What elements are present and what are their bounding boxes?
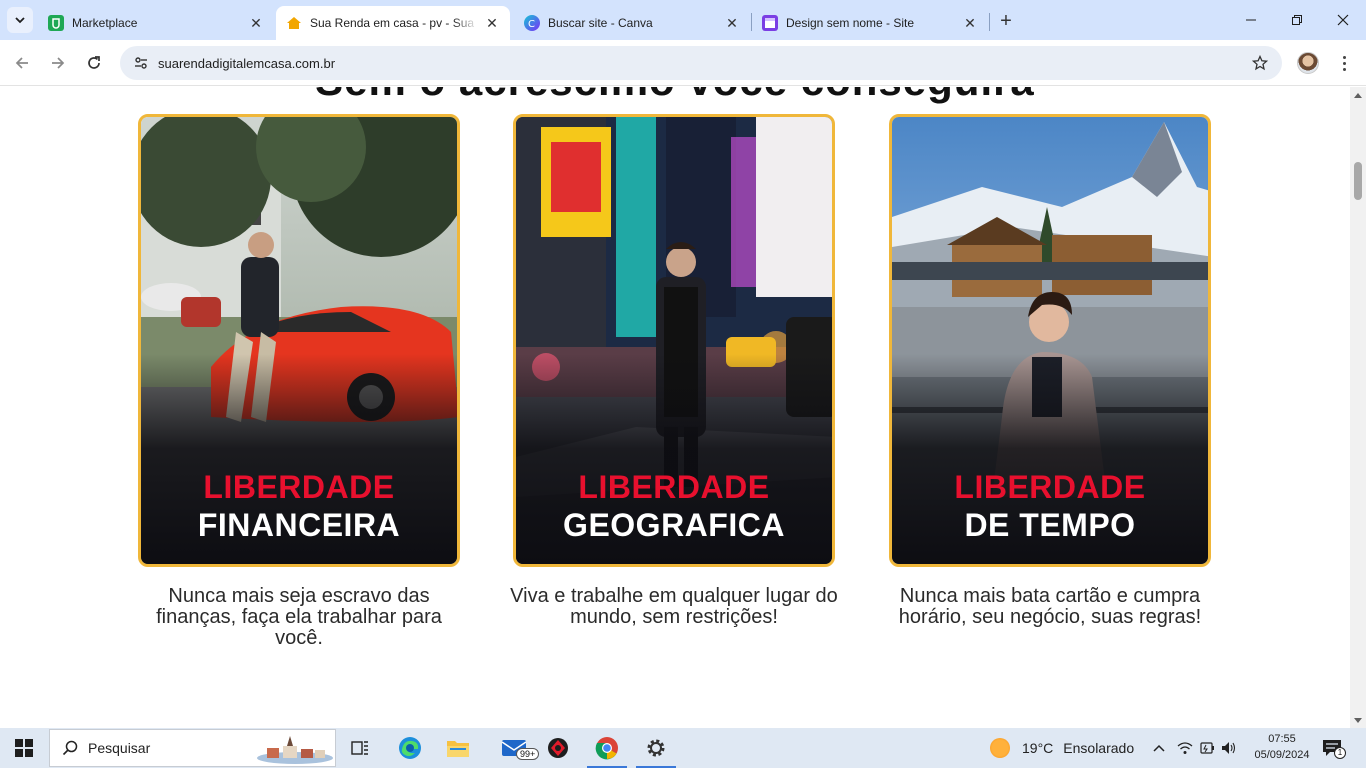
page-scrollbar[interactable] xyxy=(1350,87,1366,728)
close-tab-icon[interactable]: ✕ xyxy=(962,15,978,31)
card-liberdade-geografica: LIBERDADE GEOGRAFICA xyxy=(513,114,835,567)
scrollbar-thumb[interactable] xyxy=(1354,162,1362,200)
tab-canva[interactable]: C Buscar site - Canva ✕ xyxy=(514,6,750,40)
taskbar-file-explorer[interactable] xyxy=(434,728,482,768)
card-title-line2: FINANCEIRA xyxy=(197,507,401,543)
close-window-button[interactable] xyxy=(1320,0,1366,40)
task-view-icon xyxy=(351,741,368,755)
volume-control[interactable] xyxy=(1220,740,1238,756)
folder-icon xyxy=(447,741,469,757)
card-description: Nunca mais bata cartão e cumpra horário,… xyxy=(898,585,1202,628)
sun-icon xyxy=(990,738,1010,758)
card-description: Viva e trabalhe em qualquer lugar do mun… xyxy=(510,585,838,628)
chevron-up-icon xyxy=(1153,744,1165,752)
restore-button[interactable] xyxy=(1274,0,1320,40)
search-placeholder: Pesquisar xyxy=(88,740,151,756)
section-heading: Sem o acréscimo você conseguirá xyxy=(0,87,1350,105)
minimize-icon xyxy=(1246,19,1256,21)
show-hidden-icons-button[interactable] xyxy=(1151,740,1167,756)
chrome-icon xyxy=(595,737,618,760)
browser-menu-button[interactable] xyxy=(1334,52,1354,74)
weather-widget[interactable]: 19°C Ensolarado xyxy=(990,728,1134,768)
bookmark-star-icon[interactable] xyxy=(1251,54,1269,76)
close-tab-icon[interactable]: ✕ xyxy=(248,15,264,31)
start-button[interactable] xyxy=(0,728,48,768)
tab-search-button[interactable] xyxy=(7,7,33,33)
canva-icon: C xyxy=(524,15,540,31)
clock-time: 07:55 xyxy=(1268,733,1296,745)
weather-temperature: 19°C xyxy=(1022,740,1054,756)
back-button[interactable] xyxy=(8,49,36,77)
url-text[interactable]: suarendadigitalemcasa.com.br xyxy=(158,56,335,71)
wifi-icon xyxy=(1177,742,1193,754)
taskbar-mail[interactable]: 99+ xyxy=(490,728,540,768)
power-plug-icon xyxy=(1200,742,1214,754)
tab-title: Buscar site - Canva xyxy=(548,16,653,30)
edge-icon xyxy=(399,737,421,759)
close-tab-icon[interactable]: ✕ xyxy=(724,15,740,31)
task-view-button[interactable] xyxy=(336,728,384,768)
card-liberdade-financeira: LIBERDADE FINANCEIRA xyxy=(138,114,460,567)
forward-button[interactable] xyxy=(44,49,72,77)
reload-button[interactable] xyxy=(80,49,108,77)
close-icon xyxy=(1337,14,1349,26)
profile-avatar[interactable] xyxy=(1297,52,1319,74)
wifi-status[interactable] xyxy=(1176,740,1194,756)
new-tab-button[interactable]: + xyxy=(994,9,1018,33)
search-icon xyxy=(62,740,78,756)
card-description: Nunca mais seja escravo das finanças, fa… xyxy=(156,585,442,649)
card-title-line2: GEOGRAFICA xyxy=(563,507,785,543)
address-bar[interactable]: suarendadigitalemcasa.com.br xyxy=(120,46,1282,80)
site-settings-icon[interactable] xyxy=(126,55,156,71)
arrow-right-icon xyxy=(52,57,65,69)
tab-title: Design sem nome - Site xyxy=(786,16,915,30)
card-title-line1: LIBERDADE xyxy=(578,469,770,505)
red-app-icon xyxy=(548,738,568,758)
tab-design-sem-nome[interactable]: Design sem nome - Site ✕ xyxy=(752,6,988,40)
scroll-down-arrow[interactable] xyxy=(1354,718,1362,723)
calendar-icon xyxy=(762,15,778,31)
marketplace-icon xyxy=(48,15,64,31)
weather-condition: Ensolarado xyxy=(1063,740,1135,756)
tab-sua-renda[interactable]: Sua Renda em casa - pv - Sua renda ✕ xyxy=(276,6,510,40)
windows-logo-icon xyxy=(15,739,33,757)
reload-icon xyxy=(88,56,100,69)
tab-separator xyxy=(989,13,990,31)
svg-text:C: C xyxy=(528,19,535,30)
tab-marketplace[interactable]: Marketplace ✕ xyxy=(38,6,274,40)
gear-icon xyxy=(647,739,665,757)
card-title-line2: DE TEMPO xyxy=(964,507,1136,543)
battery-status[interactable] xyxy=(1198,740,1216,756)
notification-count: 1 xyxy=(1334,747,1346,759)
windows-taskbar: Pesquisar 99+ 19°C Ensolarado 07:55 05/0… xyxy=(0,728,1366,768)
system-clock[interactable]: 07:55 05/09/2024 xyxy=(1244,731,1320,763)
tab-title: Marketplace xyxy=(72,16,138,30)
card-liberdade-de-tempo: LIBERDADE DE TEMPO xyxy=(889,114,1211,567)
close-tab-icon[interactable]: ✕ xyxy=(484,15,500,31)
arrow-left-icon xyxy=(15,57,28,69)
house-icon xyxy=(286,15,302,31)
tab-title: Sua Renda em casa - pv - Sua renda xyxy=(310,16,478,30)
clock-date: 05/09/2024 xyxy=(1254,749,1310,761)
browser-toolbar: suarendadigitalemcasa.com.br xyxy=(0,40,1366,86)
taskbar-settings[interactable] xyxy=(632,728,680,768)
card-title-line1: LIBERDADE xyxy=(954,469,1146,505)
taskbar-search-box[interactable]: Pesquisar xyxy=(49,729,336,767)
taskbar-app-red[interactable] xyxy=(534,728,582,768)
taskbar-edge[interactable] xyxy=(386,728,434,768)
tab-strip: Marketplace ✕ Sua Renda em casa - pv - S… xyxy=(0,0,1366,40)
search-highlight-village-icon xyxy=(257,736,333,764)
speaker-icon xyxy=(1222,742,1236,754)
page-viewport: Sem o acréscimo você conseguirá xyxy=(0,87,1350,728)
minimize-button[interactable] xyxy=(1228,0,1274,40)
chevron-down-icon xyxy=(15,17,25,24)
notification-center-button[interactable]: 1 xyxy=(1322,738,1346,760)
scroll-up-arrow[interactable] xyxy=(1354,93,1362,98)
restore-icon xyxy=(1292,15,1302,25)
taskbar-chrome[interactable] xyxy=(583,728,631,768)
card-title-line1: LIBERDADE xyxy=(203,469,395,505)
